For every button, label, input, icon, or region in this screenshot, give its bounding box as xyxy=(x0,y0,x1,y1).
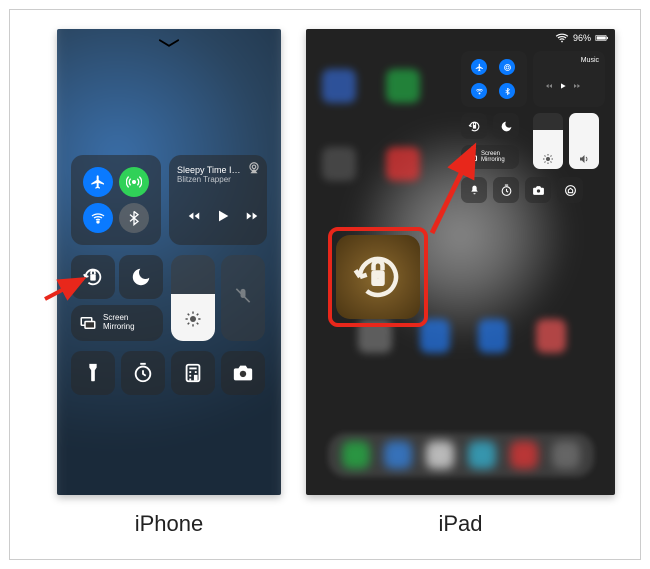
brightness-slider[interactable] xyxy=(171,255,215,341)
music-player-tile[interactable]: Sleepy Time In… Blitzen Trapper xyxy=(169,155,267,245)
previous-track-button[interactable] xyxy=(545,77,553,95)
brightness-icon xyxy=(542,153,554,165)
do-not-disturb-button[interactable] xyxy=(493,113,519,139)
wifi-button[interactable] xyxy=(83,203,113,233)
screen-mirroring-button[interactable]: Screen Mirroring xyxy=(71,305,163,341)
image-frame: Sleepy Time In… Blitzen Trapper xyxy=(9,9,641,560)
screen-mirroring-label: Screen Mirroring xyxy=(103,314,135,332)
chevron-down-icon[interactable] xyxy=(158,35,180,53)
rotation-lock-button[interactable] xyxy=(461,113,487,139)
wifi-icon xyxy=(555,33,569,43)
airdrop-button[interactable] xyxy=(499,59,515,75)
play-button[interactable] xyxy=(215,208,231,229)
ipad-control-center: Music Screen Mirroring xyxy=(461,51,607,241)
timer-button[interactable] xyxy=(121,351,165,395)
silent-mode-button[interactable] xyxy=(461,177,487,203)
iphone-caption: iPhone xyxy=(57,511,281,537)
timer-button[interactable] xyxy=(493,177,519,203)
music-player-tile[interactable]: Music xyxy=(533,51,605,107)
calculator-button[interactable] xyxy=(171,351,215,395)
brightness-icon xyxy=(184,310,202,333)
ipad-dock xyxy=(328,433,594,477)
cellular-data-button[interactable] xyxy=(119,167,149,197)
iphone-panel: Sleepy Time In… Blitzen Trapper xyxy=(57,29,281,537)
screen-mirroring-label: Screen Mirroring xyxy=(481,151,505,163)
rotation-lock-button[interactable] xyxy=(71,255,115,299)
connectivity-group[interactable] xyxy=(461,51,527,107)
volume-slider[interactable] xyxy=(569,113,599,169)
ipad-status-bar: 96% xyxy=(555,33,609,43)
screen-mirroring-button[interactable]: Screen Mirroring xyxy=(461,145,519,169)
battery-percent: 96% xyxy=(573,33,591,43)
volume-icon xyxy=(578,153,590,165)
play-button[interactable] xyxy=(559,77,567,95)
iphone-screenshot: Sleepy Time In… Blitzen Trapper xyxy=(57,29,281,495)
now-playing-artist: Blitzen Trapper xyxy=(177,175,243,184)
camera-button[interactable] xyxy=(525,177,551,203)
connectivity-group[interactable] xyxy=(71,155,161,245)
home-button[interactable] xyxy=(557,177,583,203)
brightness-slider[interactable] xyxy=(533,113,563,169)
camera-button[interactable] xyxy=(221,351,265,395)
bluetooth-button[interactable] xyxy=(119,203,149,233)
now-playing-title: Sleepy Time In… xyxy=(177,165,243,175)
ipad-panel: 96% Music xyxy=(306,29,615,537)
next-track-button[interactable] xyxy=(245,209,259,228)
flashlight-button[interactable] xyxy=(71,351,115,395)
do-not-disturb-button[interactable] xyxy=(119,255,163,299)
next-track-button[interactable] xyxy=(573,77,581,95)
airplay-icon[interactable] xyxy=(247,161,261,180)
ipad-caption: iPad xyxy=(306,511,615,537)
volume-slider[interactable] xyxy=(221,255,265,341)
battery-icon xyxy=(595,33,609,43)
mute-icon xyxy=(233,286,253,311)
airplane-mode-button[interactable] xyxy=(471,59,487,75)
ipad-screenshot: 96% Music xyxy=(306,29,615,495)
bluetooth-button[interactable] xyxy=(499,83,515,99)
previous-track-button[interactable] xyxy=(187,209,201,228)
airplane-mode-button[interactable] xyxy=(83,167,113,197)
wifi-button[interactable] xyxy=(471,83,487,99)
music-label: Music xyxy=(581,57,599,64)
